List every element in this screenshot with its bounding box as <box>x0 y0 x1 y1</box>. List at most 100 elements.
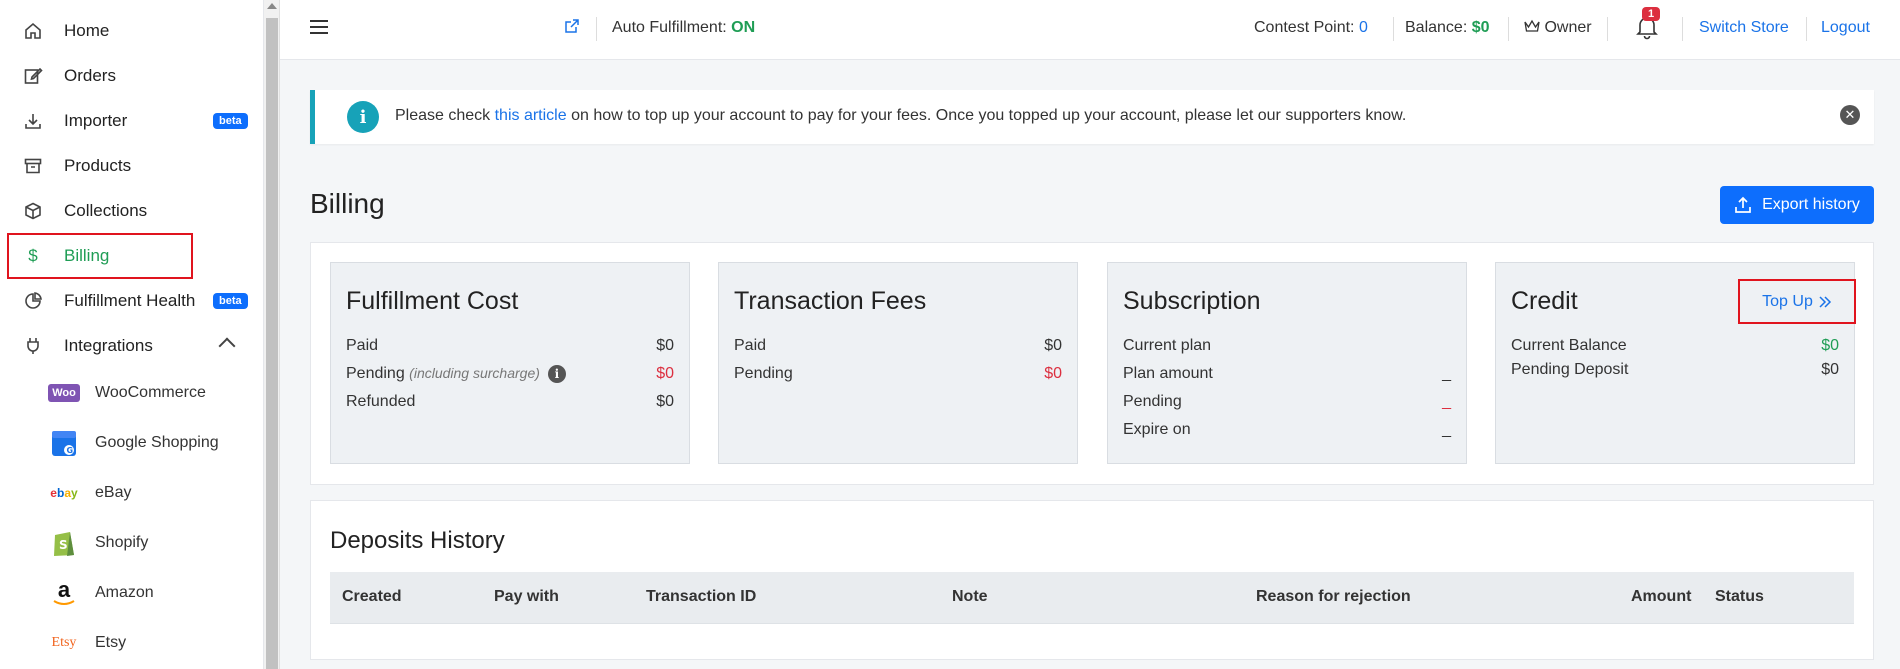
sidebar-item-label: Integrations <box>64 336 153 355</box>
transaction-fees-card: Transaction Fees Paid $0 Pending $0 <box>718 262 1078 464</box>
column-header-note[interactable]: Note <box>952 588 988 606</box>
sidebar-item-label: Collections <box>64 201 148 220</box>
svg-text:G: G <box>67 446 74 455</box>
card-title: Transaction Fees <box>734 287 927 315</box>
article-link[interactable]: this article <box>495 107 567 124</box>
column-header-transaction-id[interactable]: Transaction ID <box>646 588 756 606</box>
subscription-card: Subscription Current plan Plan amount _ P… <box>1107 262 1467 464</box>
column-header-status[interactable]: Status <box>1715 588 1764 606</box>
home-icon <box>22 20 44 42</box>
card-row: Pending Deposit $0 <box>1511 361 1839 378</box>
switch-store-link[interactable]: Switch Store <box>1699 19 1789 37</box>
ebay-logo: ebay <box>50 486 78 500</box>
header-divider <box>596 17 597 41</box>
auto-fulfillment-status: Auto Fulfillment: ON <box>612 19 756 36</box>
contest-point: Contest Point: 0 <box>1254 19 1368 36</box>
scrollbar-thumb[interactable] <box>266 18 278 669</box>
top-up-button[interactable]: Top Up <box>1738 279 1856 324</box>
edit-icon <box>22 65 44 87</box>
owner-role: Owner <box>1524 19 1592 37</box>
sidebar: Home Orders Importer beta Products Colle… <box>0 0 264 669</box>
beta-badge: beta <box>213 293 248 309</box>
header-divider <box>1806 17 1807 41</box>
deposits-history-panel: Deposits History Created Pay with Transa… <box>310 500 1874 660</box>
external-link-icon[interactable] <box>564 18 580 39</box>
card-row: Current Balance $0 <box>1511 337 1839 354</box>
shopify-logo: S <box>48 527 80 559</box>
box-icon <box>22 200 44 222</box>
card-row: Plan amount _ <box>1123 365 1451 382</box>
integration-shopify[interactable]: S Shopify <box>48 521 264 565</box>
integration-label: Google Shopping <box>95 434 219 451</box>
sidebar-item-collections[interactable]: Collections <box>0 189 264 233</box>
card-row: Pending $0 <box>734 365 1062 382</box>
scroll-up-arrow-icon[interactable] <box>267 3 277 9</box>
sidebar-item-fulfillment-health[interactable]: Fulfillment Health beta <box>0 279 264 323</box>
sidebar-item-label: Orders <box>64 66 116 85</box>
table-header: Created Pay with Transaction ID Note Rea… <box>330 572 1854 624</box>
sidebar-item-home[interactable]: Home <box>0 9 264 53</box>
sidebar-item-label: Products <box>64 156 132 175</box>
integration-label: Etsy <box>95 634 127 651</box>
billing-highlight-box <box>7 233 193 279</box>
card-row: Paid $0 <box>346 337 674 354</box>
sidebar-item-label: Fulfillment Health <box>64 291 196 310</box>
sidebar-item-orders[interactable]: Orders <box>0 54 264 98</box>
section-title: Deposits History <box>330 527 505 554</box>
card-row: Pending _ <box>1123 393 1451 410</box>
info-icon[interactable]: i <box>547 365 566 383</box>
logout-link[interactable]: Logout <box>1821 19 1870 37</box>
header-divider <box>1393 17 1394 41</box>
export-history-button[interactable]: Export history <box>1720 186 1874 224</box>
card-row: Expire on _ <box>1123 421 1451 438</box>
info-alert: i Please check this article on how to to… <box>310 90 1874 144</box>
sidebar-item-importer[interactable]: Importer beta <box>0 99 264 143</box>
notification-badge: 1 <box>1642 7 1661 21</box>
integration-woocommerce[interactable]: Woo WooCommerce <box>48 371 264 415</box>
card-row: Refunded $0 <box>346 393 674 410</box>
amazon-logo: a <box>48 577 80 609</box>
card-title: Fulfillment Cost <box>346 287 519 315</box>
integration-google-shopping[interactable]: G Google Shopping <box>48 421 264 465</box>
integration-ebay[interactable]: ebay eBay <box>48 471 264 515</box>
top-bar: Auto Fulfillment: ON Contest Point: 0 Ba… <box>280 0 1900 60</box>
column-header-amount[interactable]: Amount <box>1631 588 1691 606</box>
sidebar-item-label: Importer <box>64 111 128 130</box>
header-divider <box>1508 17 1509 41</box>
info-icon: i <box>347 101 379 133</box>
balance: Balance: $0 <box>1405 19 1490 36</box>
card-row: Paid $0 <box>734 337 1062 354</box>
plug-icon <box>22 335 44 357</box>
integration-label: WooCommerce <box>95 384 206 401</box>
integration-amazon[interactable]: a Amazon <box>48 571 264 615</box>
svg-text:S: S <box>59 538 68 552</box>
integration-etsy[interactable]: Etsy Etsy <box>48 621 264 665</box>
sidebar-scrollbar[interactable] <box>264 0 280 669</box>
card-title: Subscription <box>1123 287 1261 315</box>
beta-badge: beta <box>213 113 248 129</box>
auto-fulfillment-value: ON <box>731 19 756 36</box>
integration-label: eBay <box>95 484 132 501</box>
etsy-logo: Etsy <box>51 635 77 650</box>
fulfillment-cost-card: Fulfillment Cost Paid $0 Pending (includi… <box>330 262 690 464</box>
column-header-reason[interactable]: Reason for rejection <box>1256 588 1411 606</box>
balance-value: $0 <box>1471 19 1490 36</box>
header-divider <box>1607 17 1608 41</box>
archive-icon <box>22 155 44 177</box>
crown-icon <box>1524 19 1540 32</box>
column-header-pay-with[interactable]: Pay with <box>494 588 559 606</box>
google-shopping-logo: G <box>48 427 80 459</box>
hamburger-menu-icon[interactable] <box>310 20 328 34</box>
sidebar-item-products[interactable]: Products <box>0 144 264 188</box>
upload-icon <box>1735 196 1751 213</box>
integration-label: Amazon <box>95 584 154 601</box>
card-title: Credit <box>1511 287 1578 315</box>
close-icon[interactable]: ✕ <box>1840 105 1860 125</box>
card-row: Current plan <box>1123 337 1212 354</box>
header-divider <box>1682 17 1683 41</box>
download-icon <box>22 110 44 132</box>
integration-label: Shopify <box>95 534 149 551</box>
double-chevron-right-icon <box>1819 295 1831 308</box>
alert-message: Please check this article on how to top … <box>395 107 1407 124</box>
column-header-created[interactable]: Created <box>342 588 402 606</box>
